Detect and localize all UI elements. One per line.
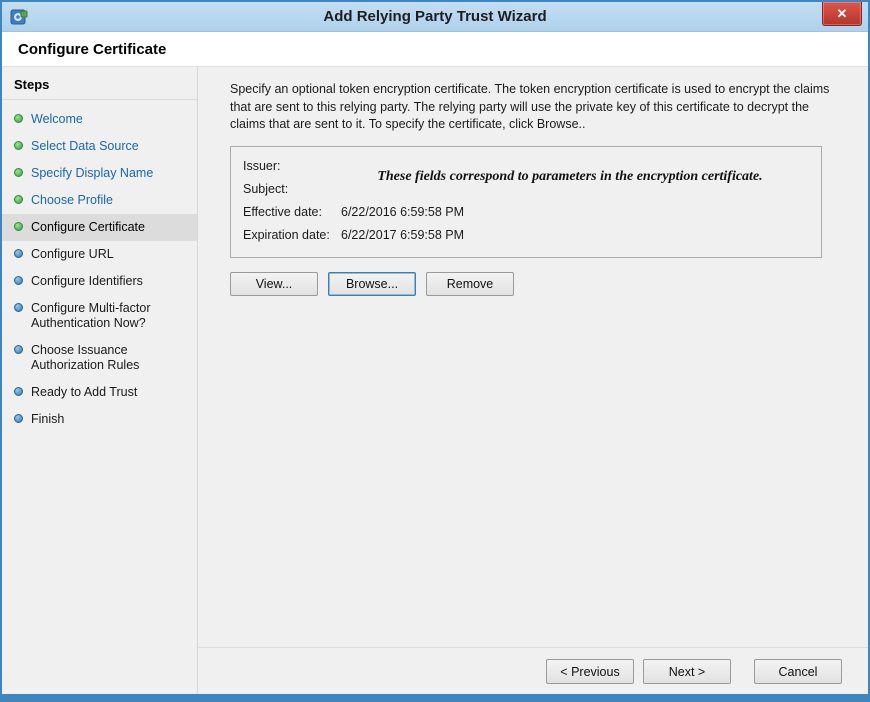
step-label: Select Data Source <box>31 139 139 154</box>
close-button[interactable]: ✕ <box>822 2 862 26</box>
browse-button[interactable]: Browse... <box>328 272 416 296</box>
step-welcome[interactable]: Welcome <box>2 106 197 133</box>
step-finish: Finish <box>2 406 197 433</box>
step-label: Choose Profile <box>31 193 113 208</box>
wizard-footer: < Previous Next > Cancel <box>198 647 868 695</box>
view-button[interactable]: View... <box>230 272 318 296</box>
step-specify-display-name[interactable]: Specify Display Name <box>2 160 197 187</box>
step-status-icon <box>14 345 23 354</box>
step-status-icon <box>14 114 23 123</box>
step-choose-profile[interactable]: Choose Profile <box>2 187 197 214</box>
issuer-value <box>341 155 809 178</box>
step-label: Configure URL <box>31 247 114 262</box>
step-status-icon <box>14 141 23 150</box>
previous-button[interactable]: < Previous <box>546 659 634 684</box>
wizard-window: Add Relying Party Trust Wizard ✕ Configu… <box>0 0 870 702</box>
expiration-date-value: 6/22/2017 6:59:58 PM <box>341 224 809 247</box>
subject-value <box>341 178 809 201</box>
instructions-text: Specify an optional token encryption cer… <box>230 81 830 134</box>
step-status-icon <box>14 195 23 204</box>
step-configure-identifiers: Configure Identifiers <box>2 268 197 295</box>
window-title: Add Relying Party Trust Wizard <box>2 8 868 25</box>
cancel-button[interactable]: Cancel <box>754 659 842 684</box>
step-choose-issuance-rules: Choose Issuance Authorization Rules <box>2 337 197 379</box>
steps-heading: Steps <box>2 67 197 100</box>
step-status-icon <box>14 276 23 285</box>
steps-list: Welcome Select Data Source Specify Displ… <box>2 100 197 433</box>
certificate-actions: View... Browse... Remove <box>230 272 830 296</box>
step-status-icon <box>14 222 23 231</box>
effective-date-label: Effective date: <box>243 201 341 224</box>
effective-date-value: 6/22/2016 6:59:58 PM <box>341 201 809 224</box>
step-status-icon <box>14 414 23 423</box>
step-configure-url: Configure URL <box>2 241 197 268</box>
step-label: Configure Multi-factor Authentication No… <box>31 301 189 331</box>
step-label: Finish <box>31 412 64 427</box>
step-status-icon <box>14 303 23 312</box>
wizard-content: Specify an optional token encryption cer… <box>198 67 868 647</box>
step-configure-certificate: Configure Certificate <box>2 214 197 241</box>
remove-button[interactable]: Remove <box>426 272 514 296</box>
step-label: Ready to Add Trust <box>31 385 137 400</box>
step-select-data-source[interactable]: Select Data Source <box>2 133 197 160</box>
step-label: Choose Issuance Authorization Rules <box>31 343 189 373</box>
expiration-date-label: Expiration date: <box>243 224 341 247</box>
steps-sidebar: Steps Welcome Select Data Source Specify… <box>2 67 198 695</box>
page-heading-bar: Configure Certificate <box>2 32 868 67</box>
step-label: Configure Certificate <box>31 220 145 235</box>
certificate-details-box: Issuer: Subject: Effective date: 6/22/20… <box>230 146 822 258</box>
issuer-label: Issuer: <box>243 155 341 178</box>
step-label: Configure Identifiers <box>31 274 143 289</box>
page-title: Configure Certificate <box>18 41 166 58</box>
step-label: Welcome <box>31 112 83 127</box>
title-bar: Add Relying Party Trust Wizard ✕ <box>2 2 868 32</box>
step-status-icon <box>14 249 23 258</box>
step-configure-mfa: Configure Multi-factor Authentication No… <box>2 295 197 337</box>
subject-label: Subject: <box>243 178 341 201</box>
next-button[interactable]: Next > <box>643 659 731 684</box>
step-ready-to-add-trust: Ready to Add Trust <box>2 379 197 406</box>
step-status-icon <box>14 168 23 177</box>
step-status-icon <box>14 387 23 396</box>
step-label: Specify Display Name <box>31 166 153 181</box>
